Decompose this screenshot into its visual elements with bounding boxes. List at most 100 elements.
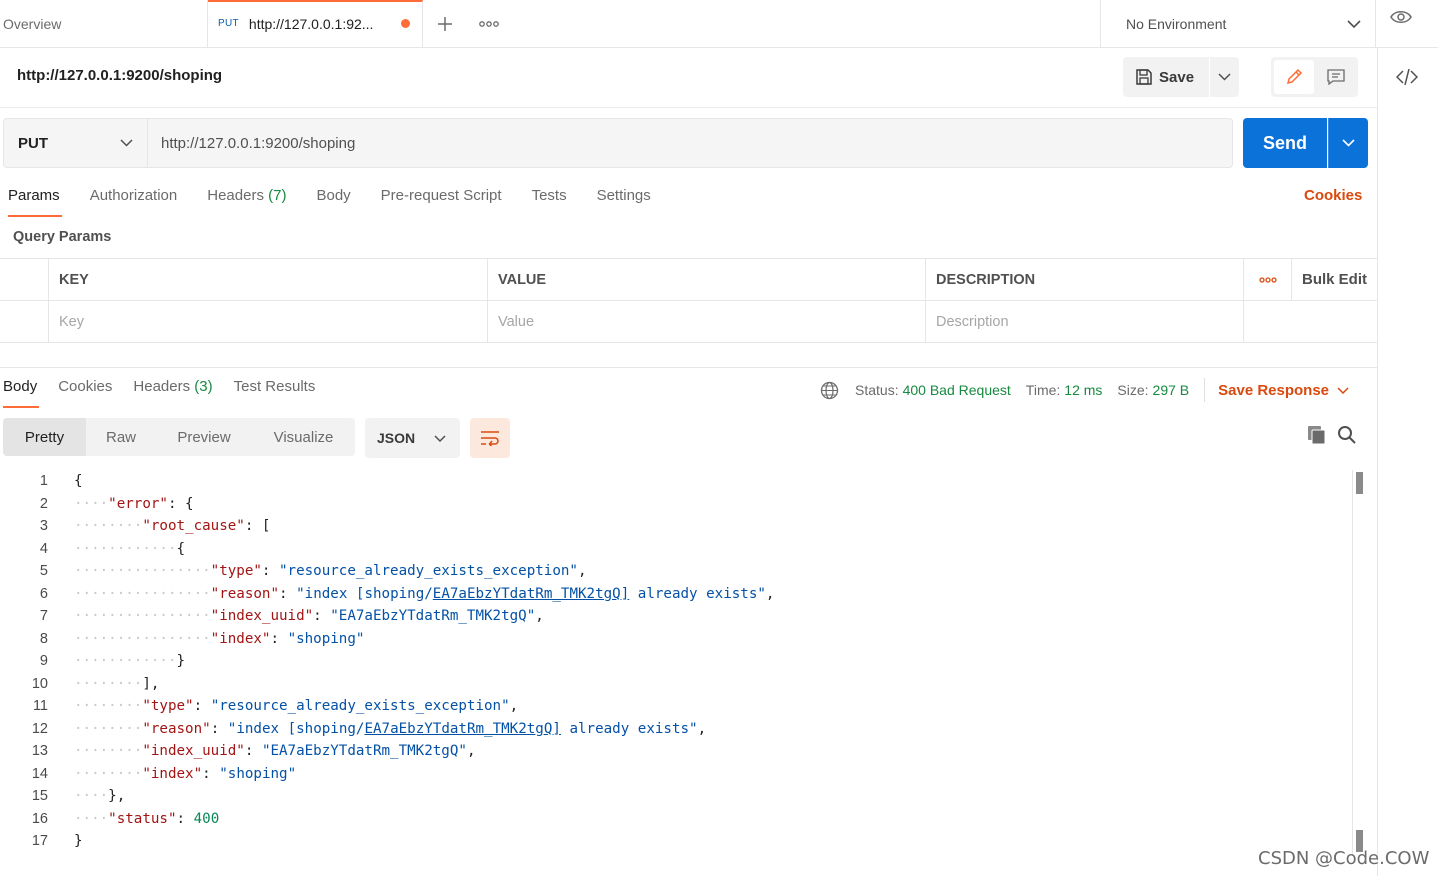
line-number: 10	[31, 675, 48, 692]
unsaved-dot-icon	[401, 19, 410, 28]
response-tab-headers-label: Headers	[133, 378, 191, 395]
comments-mode-button[interactable]	[1317, 60, 1355, 94]
search-icon[interactable]	[1337, 425, 1357, 445]
send-button[interactable]: Send	[1243, 118, 1327, 168]
bulk-edit-link[interactable]: Bulk Edit	[1292, 259, 1377, 300]
tab-body[interactable]: Body	[316, 187, 350, 214]
time-label: Time:	[1025, 382, 1061, 398]
column-header-key: KEY	[49, 259, 488, 300]
save-button[interactable]: Save	[1123, 57, 1209, 97]
code-line: 12 ········"reason": "index [shoping/EA7a…	[0, 718, 1350, 741]
line-number: 15	[31, 788, 48, 805]
line-number: 14	[31, 765, 48, 782]
view-visualize-button[interactable]: Visualize	[252, 418, 355, 456]
tab-authorization[interactable]: Authorization	[90, 187, 178, 214]
row-spacer	[1244, 301, 1377, 342]
code-line: 10 ········],	[0, 673, 1350, 696]
response-divider[interactable]	[0, 367, 1377, 368]
chevron-down-icon	[1342, 139, 1355, 147]
code-text: ········],	[74, 675, 160, 692]
chevron-down-icon	[1347, 19, 1361, 28]
save-options-button[interactable]	[1210, 57, 1239, 97]
environment-select[interactable]: No Environment	[1100, 0, 1376, 47]
response-headers-count: (3)	[194, 378, 213, 395]
view-raw-button[interactable]: Raw	[86, 418, 156, 456]
save-response-button[interactable]: Save Response	[1218, 382, 1349, 399]
tab-settings[interactable]: Settings	[597, 187, 651, 214]
code-line: 1{	[0, 470, 1350, 493]
code-text: ················"type": "resource_alread…	[74, 563, 587, 580]
method-label: PUT	[18, 134, 48, 152]
code-line: 7 ················"index_uuid": "EA7aEbzY…	[0, 605, 1350, 628]
column-header-description: DESCRIPTION	[926, 259, 1244, 300]
save-label: Save	[1159, 68, 1195, 86]
send-options-button[interactable]	[1328, 118, 1368, 168]
method-select[interactable]: PUT	[3, 118, 148, 168]
response-meta: Status: 400 Bad Request Time: 12 ms Size…	[820, 378, 1349, 402]
tab-method-badge: PUT	[218, 18, 239, 29]
key-input[interactable]: Key	[49, 301, 488, 342]
tab-url-label: http://127.0.0.1:92...	[248, 15, 374, 32]
environment-label: No Environment	[1126, 15, 1227, 32]
new-tab-plus-icon[interactable]	[423, 0, 467, 47]
status-label: Status:	[855, 382, 899, 398]
line-number: 5	[39, 563, 48, 580]
edit-mode-button[interactable]	[1274, 60, 1314, 94]
code-text: ················"index_uuid": "EA7aEbzYT…	[74, 608, 544, 625]
response-tab-headers[interactable]: Headers (3)	[133, 378, 212, 405]
scroll-thumb-top[interactable]	[1356, 472, 1363, 494]
response-tab-test-results[interactable]: Test Results	[234, 378, 316, 405]
headers-count-badge: (7)	[268, 187, 287, 204]
request-title[interactable]: http://127.0.0.1:9200/shoping	[17, 67, 222, 84]
tab-overview[interactable]: Overview	[0, 0, 208, 47]
code-text: ················"reason": "index [shopin…	[74, 585, 775, 602]
tab-active-request[interactable]: PUT http://127.0.0.1:92...	[208, 0, 423, 47]
chevron-down-icon	[1337, 386, 1349, 394]
watermark: CSDN @Code.COW	[1258, 848, 1430, 869]
wrap-lines-button[interactable]	[470, 418, 510, 458]
table-row: Key Value Description	[0, 301, 1377, 343]
code-line: 8 ················"index": "shoping"	[0, 628, 1350, 651]
value-input[interactable]: Value	[488, 301, 926, 342]
line-number: 4	[39, 540, 48, 557]
row-checkbox[interactable]	[0, 301, 49, 342]
editor-scrollbar[interactable]	[1352, 470, 1363, 855]
tab-params[interactable]: Params	[8, 187, 62, 217]
globe-icon[interactable]	[820, 381, 839, 400]
view-preview-button[interactable]: Preview	[156, 418, 252, 456]
comment-icon	[1327, 69, 1345, 85]
tab-overview-label: Overview	[3, 15, 62, 32]
view-pretty-button[interactable]: Pretty	[3, 418, 86, 456]
response-view-toggle: Pretty Raw Preview Visualize	[3, 418, 355, 456]
line-number: 7	[39, 608, 48, 625]
code-text: {	[74, 473, 83, 490]
tab-tests[interactable]: Tests	[532, 187, 567, 214]
code-snippet-icon[interactable]	[1396, 68, 1418, 86]
url-input[interactable]: http://127.0.0.1:9200/shoping	[148, 118, 1233, 168]
description-input[interactable]: Description	[926, 301, 1244, 342]
response-body-editor[interactable]: 1{2 ····"error": {3 ········"root_cause": …	[0, 470, 1350, 853]
code-text: ········"root_cause": [	[74, 518, 271, 535]
response-tab-cookies[interactable]: Cookies	[58, 378, 112, 405]
code-line: 2 ····"error": {	[0, 493, 1350, 516]
status-value[interactable]: 400 Bad Request	[903, 382, 1011, 398]
save-icon	[1136, 69, 1152, 85]
more-tabs-icon[interactable]	[467, 0, 511, 47]
response-tab-body[interactable]: Body	[3, 378, 40, 408]
line-number: 6	[39, 585, 48, 602]
tab-pre-request-script[interactable]: Pre-request Script	[381, 187, 502, 214]
request-tabs: Params Authorization Headers (7) Body Pr…	[8, 187, 681, 217]
copy-icon[interactable]	[1307, 425, 1327, 445]
column-options-icon[interactable]	[1244, 259, 1292, 300]
environment-quick-look-eye-icon[interactable]	[1390, 10, 1426, 36]
size-value[interactable]: 297 B	[1153, 382, 1190, 398]
code-text: ····},	[74, 788, 126, 805]
code-line: 9 ············}	[0, 650, 1350, 673]
time-value[interactable]: 12 ms	[1064, 382, 1102, 398]
tab-headers[interactable]: Headers (7)	[207, 187, 286, 214]
format-select[interactable]: JSON	[365, 418, 460, 458]
table-header-row: KEY VALUE DESCRIPTION Bulk Edit	[0, 259, 1377, 301]
code-text: ········"index": "shoping"	[74, 765, 297, 782]
cookies-link[interactable]: Cookies	[1304, 187, 1362, 204]
chevron-down-icon	[434, 434, 446, 442]
